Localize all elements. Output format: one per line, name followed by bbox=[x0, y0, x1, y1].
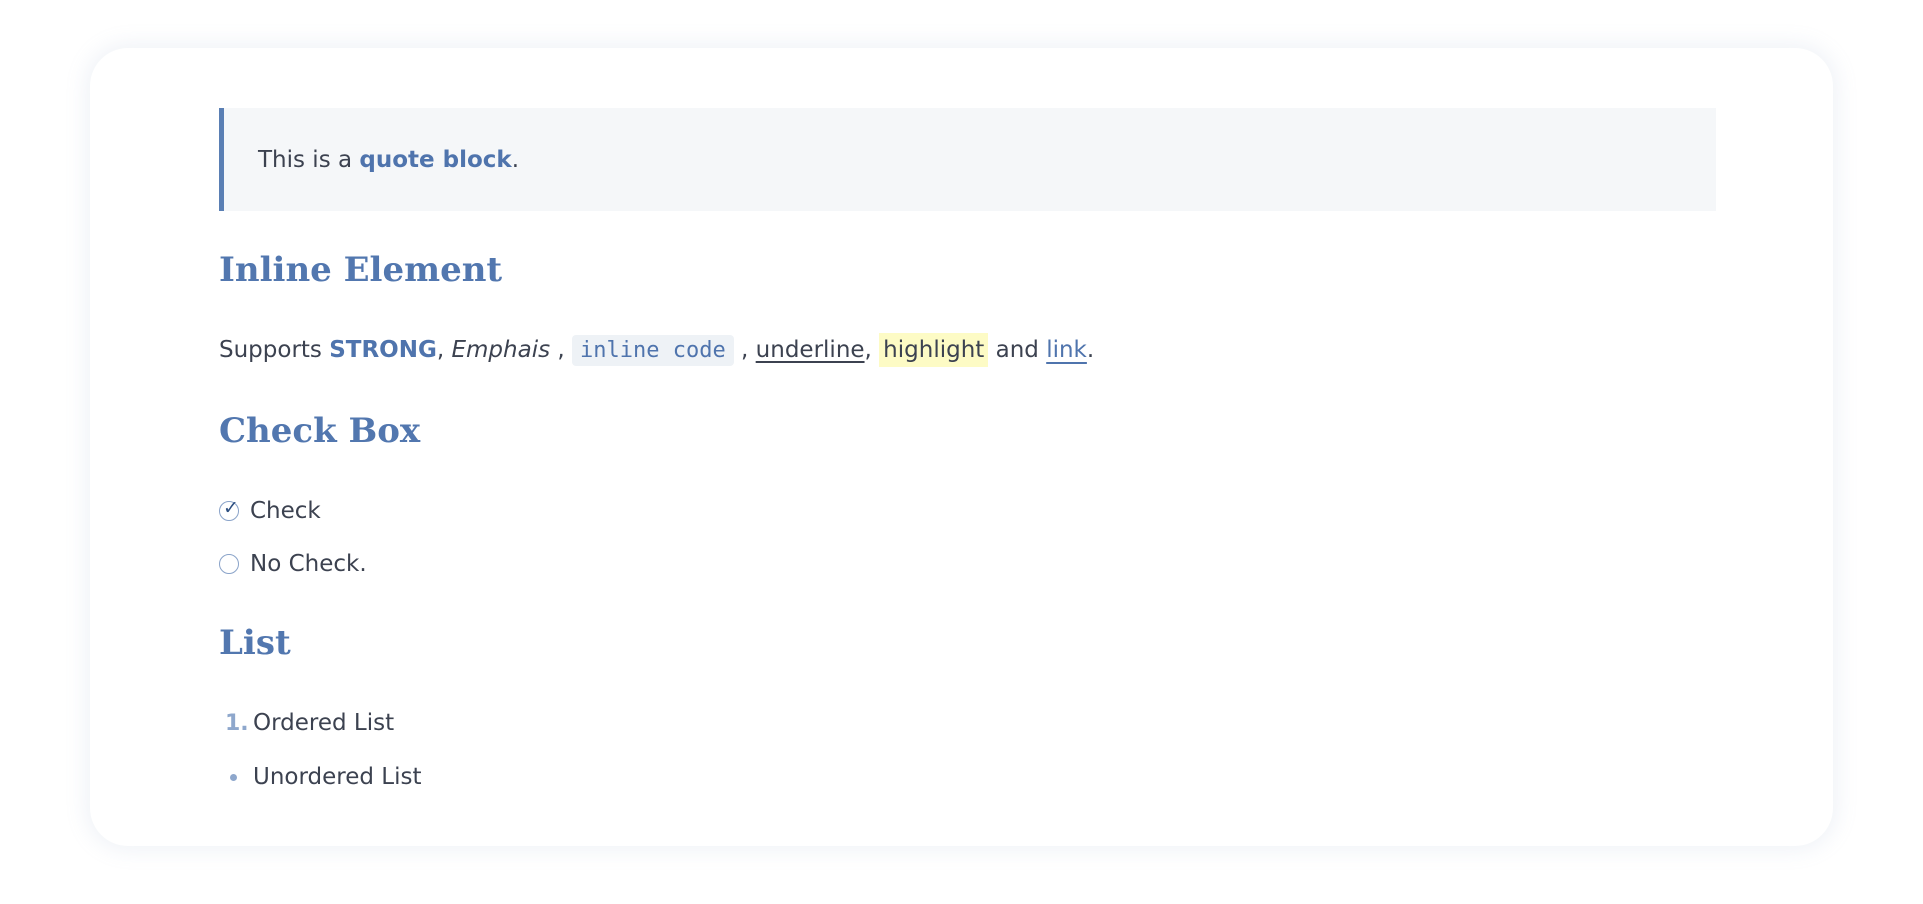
underline-text: underline bbox=[755, 337, 865, 363]
inline-sep-3: , bbox=[733, 337, 756, 363]
checkbox-checked[interactable]: ✓ bbox=[219, 497, 239, 521]
document-content: This is a quote block. Inline Element Su… bbox=[219, 108, 1716, 804]
ordered-list-item: 1. Ordered List bbox=[219, 696, 1716, 750]
bullet-marker bbox=[219, 765, 253, 790]
task-label: No Check. bbox=[250, 550, 367, 577]
quote-block: This is a quote block. bbox=[219, 108, 1716, 211]
task-list: ✓ Check No Check. bbox=[219, 484, 1716, 590]
bullet-icon bbox=[230, 774, 237, 781]
quote-text: This is a quote block. bbox=[258, 147, 519, 173]
inline-sep-4: , bbox=[864, 337, 880, 363]
list: 1. Ordered List Unordered List bbox=[219, 696, 1716, 804]
quote-text-before: This is a bbox=[258, 146, 360, 173]
inline-link[interactable]: link bbox=[1046, 337, 1087, 363]
list-heading: List bbox=[219, 623, 291, 663]
strong-text: STRONG bbox=[329, 337, 437, 363]
emphasis-text: Emphais bbox=[451, 337, 551, 363]
inline-sep-5: and bbox=[988, 337, 1047, 363]
list-item-label: Ordered List bbox=[253, 710, 395, 736]
checkmark-icon: ✓ bbox=[223, 496, 239, 519]
list-item-label: Unordered List bbox=[253, 764, 422, 790]
unordered-list-item: Unordered List bbox=[219, 750, 1716, 804]
inline-prefix: Supports bbox=[219, 337, 330, 363]
highlight-text: highlight bbox=[879, 333, 989, 367]
inline-code: inline code bbox=[572, 335, 734, 366]
checkbox-unchecked[interactable] bbox=[219, 553, 239, 574]
inline-suffix: . bbox=[1086, 337, 1095, 363]
task-item-checked: ✓ Check bbox=[219, 484, 1716, 537]
quote-text-after: . bbox=[511, 146, 520, 173]
inline-sep-2: , bbox=[550, 337, 573, 363]
task-label: Check bbox=[250, 497, 321, 524]
inline-sep-1: , bbox=[436, 337, 452, 363]
check-box-heading: Check Box bbox=[219, 411, 421, 451]
inline-elements-paragraph: Supports STRONG, Emphais , inline code ,… bbox=[219, 330, 1716, 371]
quote-strong-text: quote block bbox=[359, 146, 512, 173]
inline-element-heading: Inline Element bbox=[219, 250, 503, 290]
task-item-unchecked: No Check. bbox=[219, 537, 1716, 590]
document-card: This is a quote block. Inline Element Su… bbox=[90, 48, 1833, 846]
ordered-list-marker: 1. bbox=[225, 710, 249, 736]
